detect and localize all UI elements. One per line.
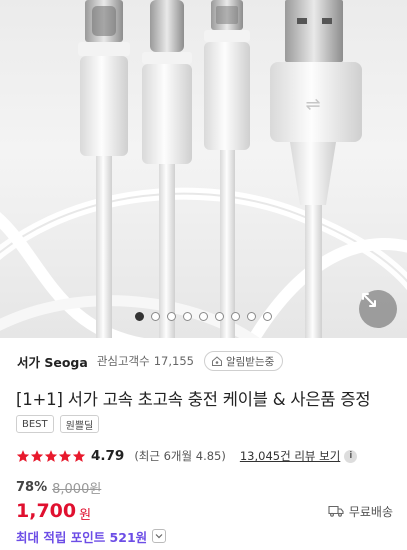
- cable-illustration: ⇌: [0, 0, 407, 338]
- rating-row: 4.79 (최근 6개월 4.85) 13,045건 리뷰 보기 i: [16, 446, 397, 466]
- shipping-label: 무료배송: [348, 504, 393, 519]
- expand-arrows-icon: [362, 293, 376, 307]
- carousel-dot[interactable]: [167, 312, 176, 321]
- star-rating: [16, 449, 86, 463]
- product-image[interactable]: ⇌: [0, 0, 407, 338]
- seller-name[interactable]: 서가 Seoga: [17, 352, 88, 371]
- max-points: 최대 적립 포인트 521원: [16, 529, 148, 545]
- followers-label: 관심고객수: [96, 354, 150, 368]
- followers-info: 관심고객수 17,155: [97, 353, 194, 369]
- carousel-dot[interactable]: [215, 312, 224, 321]
- carousel-dot[interactable]: [247, 312, 256, 321]
- truck-icon: [328, 505, 344, 517]
- chevron-down-icon[interactable]: [152, 529, 167, 543]
- alarm-label: 알림받는중: [225, 355, 275, 368]
- star-icon: [30, 450, 44, 462]
- points-row[interactable]: 최대 적립 포인트 521원: [16, 526, 167, 546]
- recent-rating: (최근 6개월 4.85): [134, 449, 226, 463]
- carousel-dots: [0, 312, 407, 321]
- carousel-dot[interactable]: [183, 312, 192, 321]
- followers-count: 17,155: [153, 354, 194, 368]
- currency-label: 원: [79, 507, 92, 523]
- carousel-dot[interactable]: [199, 312, 208, 321]
- discount-rate: 78%: [16, 480, 48, 495]
- onepeul-deal-badge: 원쁠딜: [59, 415, 100, 433]
- alarm-button[interactable]: 알림받는중: [203, 351, 284, 371]
- review-link[interactable]: 13,045건 리뷰 보기: [240, 448, 340, 464]
- badge-list: BEST 원쁠딜: [16, 415, 100, 433]
- sale-price: 1,700: [16, 500, 77, 522]
- price-row: 1,700 원 무료배송: [16, 497, 393, 525]
- carousel-dot[interactable]: [263, 312, 272, 321]
- rating-value: 4.79: [91, 448, 125, 464]
- carousel-dot[interactable]: [135, 312, 144, 321]
- info-icon[interactable]: i: [344, 449, 358, 463]
- carousel-dot[interactable]: [151, 312, 160, 321]
- carousel-dot[interactable]: [231, 312, 240, 321]
- shipping-info: 무료배송: [328, 503, 393, 520]
- best-badge: BEST: [16, 415, 54, 433]
- original-price: 8,000원: [52, 482, 102, 497]
- discount-row: 78% 8,000원: [16, 478, 101, 497]
- star-icon: [44, 450, 58, 462]
- star-icon: [72, 450, 86, 462]
- home-bell-icon: [211, 356, 222, 366]
- star-icon: [58, 450, 72, 462]
- product-title: [1+1] 서가 고속 초고속 충전 케이블 & 사은품 증정: [16, 390, 371, 409]
- expand-button[interactable]: [359, 290, 397, 328]
- svg-text:⇌: ⇌: [305, 94, 320, 115]
- star-icon: [16, 450, 30, 462]
- seller-row: 서가 Seoga 관심고객수 17,155 알림받는중: [17, 350, 397, 372]
